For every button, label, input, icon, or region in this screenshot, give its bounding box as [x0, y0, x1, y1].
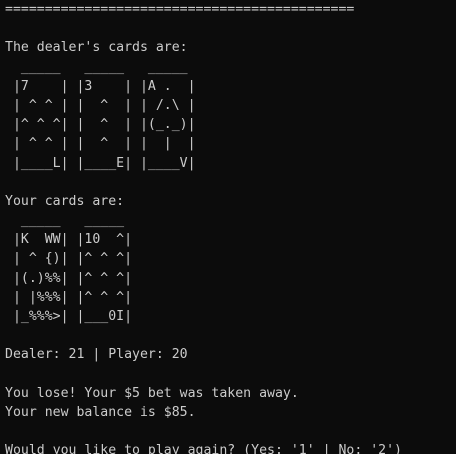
- balance-line: Your new balance is $85.: [5, 404, 196, 420]
- dealer-cards-art: _____ _____ _____ |7 | |3 | |A . | | ^ ^…: [5, 58, 456, 173]
- player-cards-art-row: | ^ {)| |^ ^ ^|: [5, 251, 133, 267]
- terminal-window[interactable]: ========================================…: [0, 0, 456, 454]
- player-cards-art: _____ _____ |K WW| |10 ^| | ^ {)| |^ ^ ^…: [5, 211, 456, 326]
- player-cards-art-row: |_%%%>| |___0I|: [5, 309, 133, 324]
- dealer-cards-art-row: _____ _____ _____: [5, 59, 188, 75]
- dealer-cards-art-row: |^ ^ ^| | ^ | |(_._)|: [5, 117, 196, 133]
- score-line: Dealer: 21 | Player: 20: [5, 347, 188, 363]
- player-cards-art-row: _____ _____: [5, 213, 125, 229]
- dealer-cards-art-row: |____L| |____E| |____V|: [5, 155, 196, 171]
- play-again-prompt[interactable]: Would you like to play again? (Yes: '1' …: [5, 441, 456, 454]
- divider-line: ========================================…: [5, 2, 355, 17]
- dealer-cards-art-row: |7 | |3 | |A . |: [5, 78, 196, 94]
- player-cards-art-row: |K WW| |10 ^|: [5, 232, 133, 248]
- dealer-cards-art-row: | ^ ^ | | ^ | | | |: [5, 136, 196, 152]
- dealer-cards-heading: The dealer's cards are:: [5, 40, 188, 56]
- player-cards-art-row: |(.)%%| |^ ^ ^|: [5, 270, 133, 286]
- player-cards-art-row: | |%%%| |^ ^ ^|: [5, 289, 133, 305]
- player-cards-heading: Your cards are:: [5, 193, 125, 209]
- dealer-cards-art-row: | ^ ^ | | ^ | | /.\ |: [5, 97, 196, 113]
- result-line: You lose! Your $5 bet was taken away.: [5, 385, 299, 401]
